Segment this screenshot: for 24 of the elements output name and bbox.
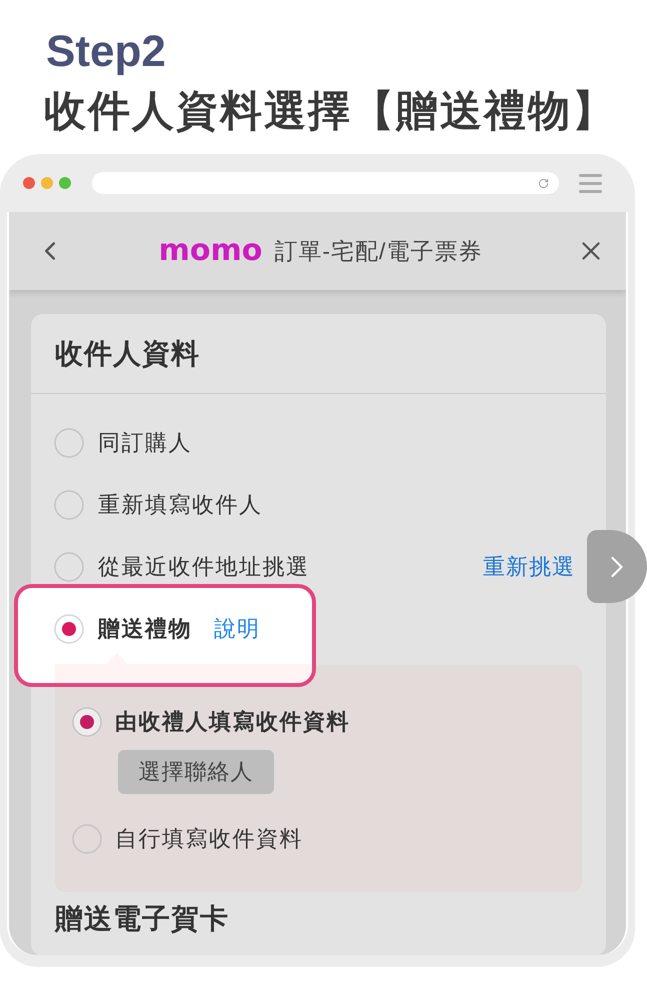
radio-button[interactable] bbox=[72, 824, 102, 854]
menu-icon[interactable] bbox=[579, 174, 602, 192]
page-heading: 收件人資料選擇【贈送禮物】 bbox=[44, 88, 616, 134]
option-label[interactable]: 從最近收件地址挑選 bbox=[98, 553, 310, 581]
radio-button[interactable] bbox=[54, 428, 84, 458]
nav-title: 訂單-宅配/電子票券 bbox=[274, 237, 482, 266]
radio-button[interactable] bbox=[54, 614, 84, 644]
card-title: 收件人資料 bbox=[55, 336, 200, 370]
option-label[interactable]: 重新填寫收件人 bbox=[98, 491, 262, 519]
next-arrow-button[interactable] bbox=[587, 530, 647, 603]
step-label: Step2 bbox=[46, 28, 166, 76]
momo-logo: momo bbox=[158, 234, 262, 268]
option-label[interactable]: 贈送禮物 bbox=[98, 615, 192, 643]
choose-contact-button[interactable]: 選擇聯絡人 bbox=[118, 750, 274, 794]
section-title: 贈送電子賀卡 bbox=[55, 903, 229, 934]
option-label[interactable]: 同訂購人 bbox=[98, 429, 192, 457]
option-label[interactable]: 由收禮人填寫收件資料 bbox=[115, 708, 350, 736]
reload-icon[interactable] bbox=[538, 178, 549, 188]
radio-button[interactable] bbox=[54, 552, 84, 582]
help-link[interactable]: 說明 bbox=[214, 615, 260, 643]
radio-button[interactable] bbox=[54, 490, 84, 520]
reselect-link[interactable]: 重新挑選 bbox=[483, 553, 575, 581]
radio-button[interactable] bbox=[72, 707, 102, 737]
option-label[interactable]: 自行填寫收件資料 bbox=[115, 825, 303, 853]
